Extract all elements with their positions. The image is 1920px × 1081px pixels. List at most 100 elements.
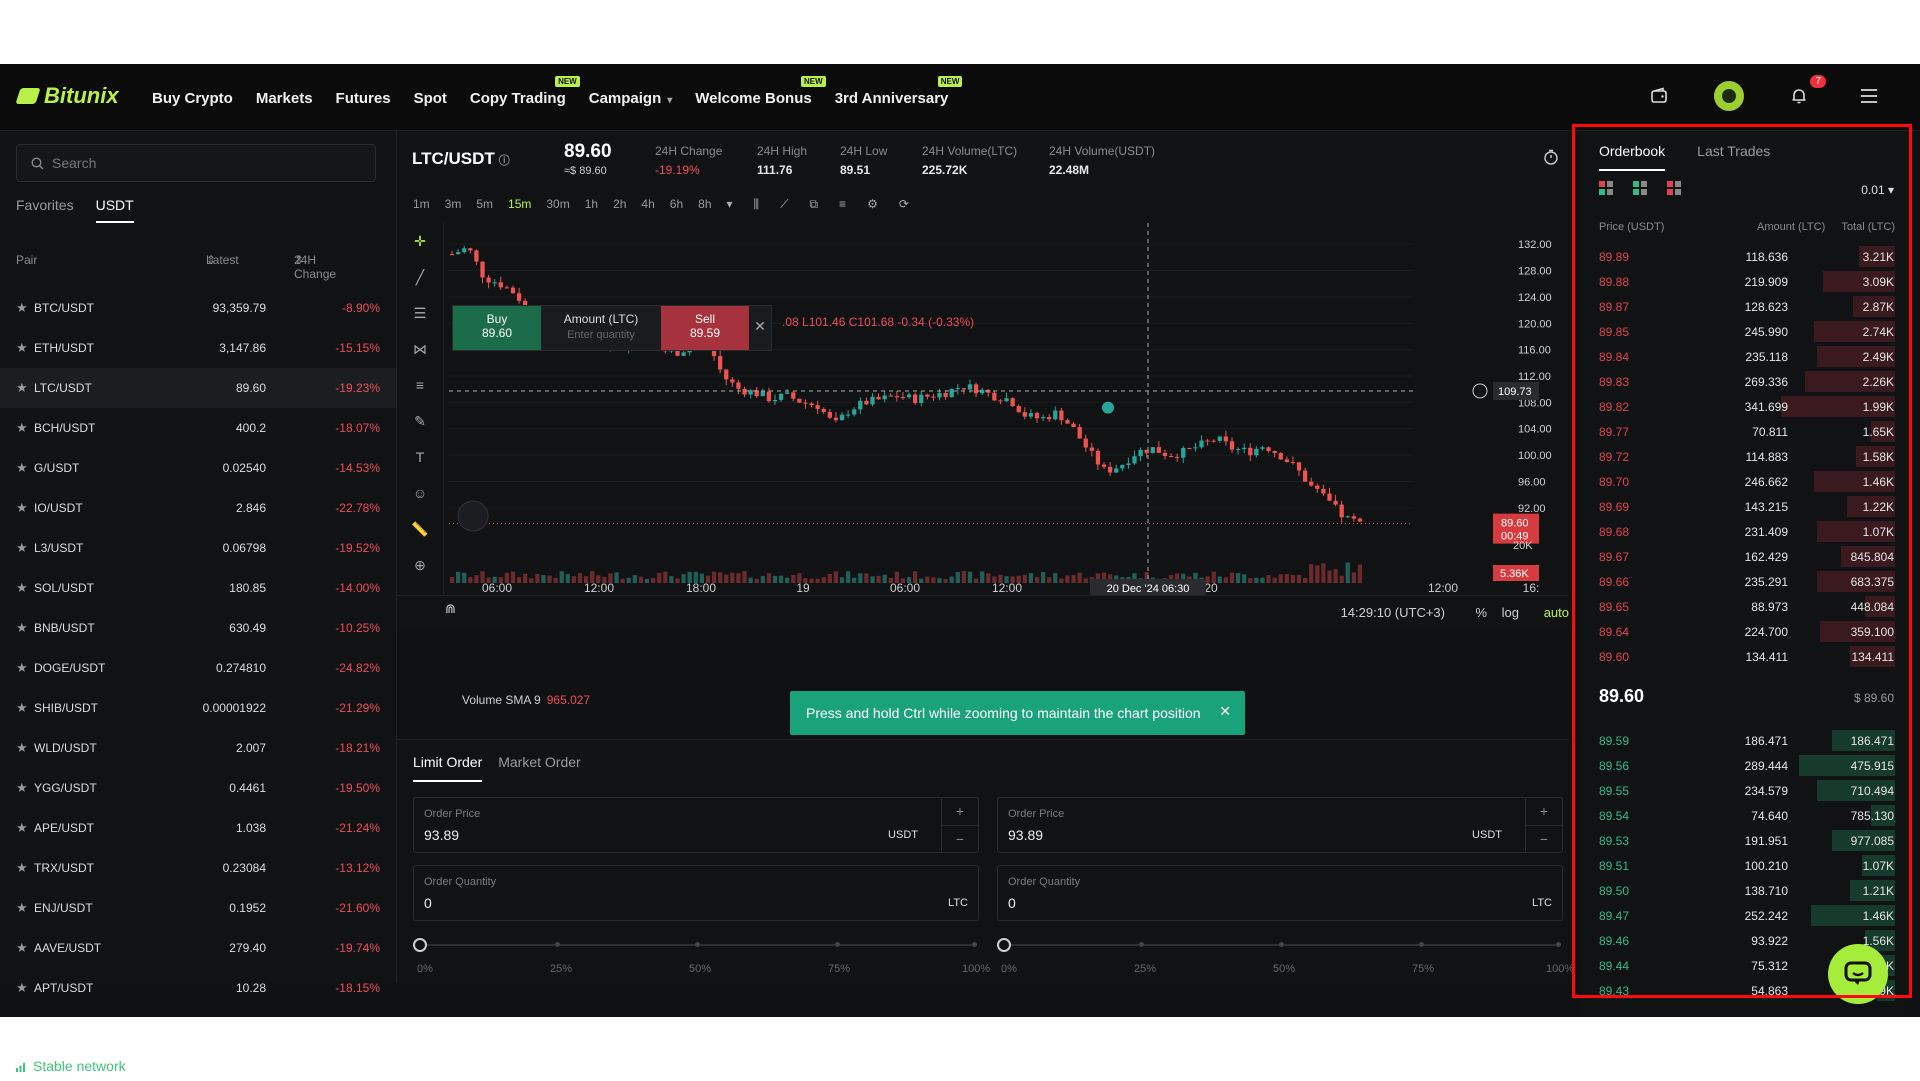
- candlestick-chart[interactable]: 132.00128.00124.00120.00116.00112.00108.…: [443, 223, 1569, 595]
- nav-buy-crypto[interactable]: Buy Crypto: [152, 88, 233, 107]
- quick-buy-button[interactable]: Buy 89.60: [453, 306, 541, 350]
- favorite-star-icon[interactable]: ★: [16, 380, 28, 396]
- ask-row[interactable]: 89.69 143.215 1.22K: [1581, 494, 1908, 519]
- horizontal-lines-icon[interactable]: ☰: [410, 305, 430, 325]
- minus-icon[interactable]: −: [942, 826, 978, 853]
- symbol-title[interactable]: LTC/USDT ⓘ: [412, 149, 510, 169]
- bell-icon[interactable]: 7: [1784, 75, 1826, 111]
- slider-handle[interactable]: [997, 938, 1011, 952]
- favorite-star-icon[interactable]: ★: [16, 620, 28, 636]
- favorite-star-icon[interactable]: ★: [16, 500, 28, 516]
- buy-quantity-field[interactable]: Order Quantity 0 LTC: [413, 865, 979, 921]
- pair-row[interactable]: ★ WLD/USDT 2.007 -18.21%: [0, 728, 396, 768]
- precision-select[interactable]: 0.01 ▾: [1861, 183, 1894, 197]
- bid-row[interactable]: 89.50 138.710 1.21K: [1581, 878, 1908, 903]
- favorite-star-icon[interactable]: ★: [16, 820, 28, 836]
- nav-copy-trading[interactable]: Copy Trading NEW: [470, 75, 580, 107]
- chat-support-button[interactable]: [1828, 944, 1888, 1004]
- slider-step[interactable]: [1419, 942, 1424, 947]
- add-alert-icon[interactable]: [1472, 383, 1488, 399]
- col-latest[interactable]: Latest ⇕: [206, 253, 239, 267]
- pair-row[interactable]: ★ BTC/USDT 93,359.79 -8.90%: [0, 288, 396, 328]
- col-pair[interactable]: Pair: [16, 253, 37, 267]
- favorite-star-icon[interactable]: ★: [16, 340, 28, 356]
- tab-favorites[interactable]: Favorites: [16, 197, 74, 223]
- ask-row[interactable]: 89.66 235.291 683.375: [1581, 569, 1908, 594]
- pair-row[interactable]: ★ YGG/USDT 0.4461 -19.50%: [0, 768, 396, 808]
- favorite-star-icon[interactable]: ★: [16, 660, 28, 676]
- ask-row[interactable]: 89.68 231.409 1.07K: [1581, 519, 1908, 544]
- buy-price-field[interactable]: Order Price 93.89 USDT + −: [413, 797, 979, 853]
- ruler-icon[interactable]: 📏: [410, 521, 430, 541]
- ask-row[interactable]: 89.88 219.909 3.09K: [1581, 269, 1908, 294]
- asks-only-view-icon[interactable]: [1667, 181, 1681, 195]
- tab-market-order[interactable]: Market Order: [498, 754, 580, 782]
- magnet-icon[interactable]: ⋒: [445, 601, 456, 617]
- favorite-star-icon[interactable]: ★: [16, 860, 28, 876]
- search-box[interactable]: Search: [16, 144, 376, 182]
- ask-row[interactable]: 89.70 246.662 1.46K: [1581, 469, 1908, 494]
- quick-sell-button[interactable]: Sell 89.59: [661, 306, 749, 350]
- slider-handle[interactable]: [413, 938, 427, 952]
- bids-only-view-icon[interactable]: [1633, 181, 1647, 195]
- pair-row[interactable]: ★ G/USDT 0.02540 -14.53%: [0, 448, 396, 488]
- bid-row[interactable]: 89.47 252.242 1.46K: [1581, 903, 1908, 928]
- percent-scale-toggle[interactable]: %: [1475, 605, 1487, 620]
- close-icon[interactable]: ✕: [749, 306, 771, 350]
- layout-icon[interactable]: ≡: [839, 197, 846, 211]
- nav-markets[interactable]: Markets: [256, 88, 313, 107]
- favorite-star-icon[interactable]: ★: [16, 980, 28, 996]
- nav-welcome-bonus[interactable]: Welcome Bonus NEW: [695, 75, 826, 107]
- nav-campaign[interactable]: Campaign ▾: [589, 88, 673, 107]
- sell-qty-value[interactable]: 0: [1008, 895, 1016, 911]
- pair-row[interactable]: ★ L3/USDT 0.06798 -19.52%: [0, 528, 396, 568]
- zoom-in-icon[interactable]: ⊕: [410, 557, 430, 577]
- tab-orderbook[interactable]: Orderbook: [1599, 143, 1666, 171]
- minus-icon[interactable]: −: [1526, 826, 1562, 853]
- ask-row[interactable]: 89.87 128.623 2.87K: [1581, 294, 1908, 319]
- pair-row[interactable]: ★ SHIB/USDT 0.00001922 -21.29%: [0, 688, 396, 728]
- bid-row[interactable]: 89.54 74.640 785.130: [1581, 803, 1908, 828]
- tab-last-trades[interactable]: Last Trades: [1697, 143, 1770, 171]
- crosshair-icon[interactable]: ✛: [410, 233, 430, 253]
- favorite-star-icon[interactable]: ★: [16, 740, 28, 756]
- pair-row[interactable]: ★ ENJ/USDT 0.1952 -21.60%: [0, 888, 396, 928]
- wallet-icon[interactable]: [1644, 81, 1674, 111]
- plus-icon[interactable]: +: [942, 798, 978, 826]
- ask-row[interactable]: 89.82 341.699 1.99K: [1581, 394, 1908, 419]
- bid-row[interactable]: 89.51 100.210 1.07K: [1581, 853, 1908, 878]
- sell-price-value[interactable]: 93.89: [1008, 827, 1043, 843]
- bid-row[interactable]: 89.55 234.579 710.494: [1581, 778, 1908, 803]
- bid-row[interactable]: 89.59 186.471 186.471: [1581, 728, 1908, 753]
- buy-percent-slider[interactable]: [413, 935, 977, 955]
- buy-qty-value[interactable]: 0: [424, 895, 432, 911]
- ask-row[interactable]: 89.65 88.973 448.084: [1581, 594, 1908, 619]
- interval-8h[interactable]: 8h: [698, 197, 711, 211]
- favorite-star-icon[interactable]: ★: [16, 580, 28, 596]
- interval-3m[interactable]: 3m: [445, 197, 462, 211]
- nav-anniversary[interactable]: 3rd Anniversary NEW: [835, 75, 963, 107]
- col-change[interactable]: 24H Change ⇕: [294, 253, 336, 281]
- favorite-star-icon[interactable]: ★: [16, 300, 28, 316]
- slider-step[interactable]: [972, 942, 977, 947]
- favorite-star-icon[interactable]: ★: [16, 460, 28, 476]
- timer-icon[interactable]: [1543, 149, 1559, 170]
- pair-row[interactable]: ★ IO/USDT 2.846 -22.78%: [0, 488, 396, 528]
- tab-limit-order[interactable]: Limit Order: [413, 754, 483, 782]
- auto-scale-toggle[interactable]: auto: [1544, 605, 1569, 620]
- indicator-icon[interactable]: ⟋: [780, 197, 788, 212]
- chevron-down-icon[interactable]: ▾: [727, 197, 733, 211]
- brand-logo[interactable]: Bitunix: [15, 83, 119, 109]
- pair-row[interactable]: ★ AAVE/USDT 279.40 -19.74%: [0, 928, 396, 968]
- hamburger-menu-icon[interactable]: [1854, 81, 1884, 111]
- plus-icon[interactable]: +: [1526, 798, 1562, 826]
- pair-row[interactable]: ★ APT/USDT 10.28 -18.15%: [0, 968, 396, 1008]
- pattern-icon[interactable]: ⋈: [410, 341, 430, 361]
- ask-row[interactable]: 89.60 134.411 134.411: [1581, 644, 1908, 669]
- emoji-icon[interactable]: ☺: [410, 485, 430, 505]
- sell-quantity-field[interactable]: Order Quantity 0 LTC: [997, 865, 1563, 921]
- interval-5m[interactable]: 5m: [476, 197, 493, 211]
- text-tool-icon[interactable]: T: [410, 449, 430, 469]
- fib-icon[interactable]: ≡: [410, 377, 430, 397]
- avatar[interactable]: [1714, 81, 1744, 111]
